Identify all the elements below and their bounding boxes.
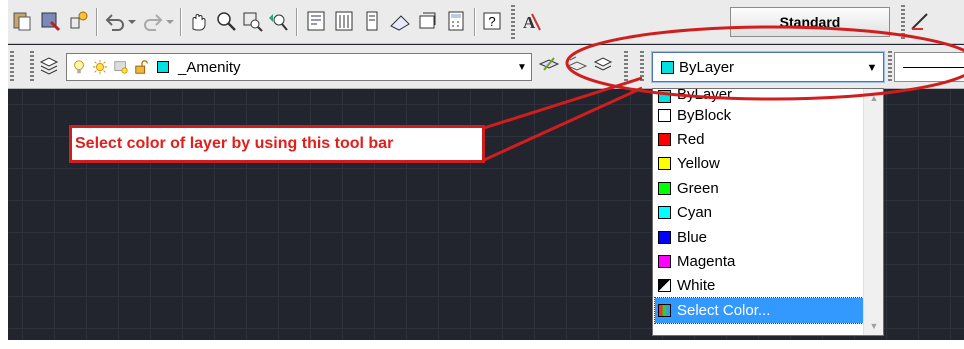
toolbar-grip[interactable] xyxy=(511,5,515,39)
color-option-label: ByBlock xyxy=(677,106,732,124)
color-option[interactable]: ByLayer xyxy=(655,89,865,103)
zoom-previous-icon[interactable] xyxy=(266,9,290,33)
color-option-swatch xyxy=(658,181,671,195)
pan-icon[interactable] xyxy=(186,9,210,33)
text-style-value: Standard xyxy=(779,14,841,30)
separator xyxy=(474,8,475,36)
layer-unlock-icon[interactable] xyxy=(133,58,151,76)
layer-dropdown-arrow-icon[interactable]: ▼ xyxy=(515,57,529,77)
color-option[interactable]: Yellow xyxy=(655,152,865,176)
toolbar-grip[interactable] xyxy=(30,51,34,83)
color-option-label: Select Color... xyxy=(677,301,771,319)
undo-dropdown-icon[interactable] xyxy=(126,9,138,33)
standard-toolbar: ? A Standard xyxy=(8,0,964,44)
color-option[interactable]: Green xyxy=(655,176,865,200)
redo-dropdown-icon[interactable] xyxy=(164,9,176,33)
layer-dropdown[interactable]: _Amenity ▼ xyxy=(66,53,532,81)
toolbar-grip[interactable] xyxy=(624,51,628,83)
separator xyxy=(96,8,97,36)
layer-previous-icon[interactable] xyxy=(566,54,590,78)
layer-properties-manager-icon[interactable] xyxy=(38,54,62,78)
linetype-preview xyxy=(903,67,964,68)
color-option-label: Red xyxy=(677,131,705,149)
layer-color-swatch xyxy=(154,58,172,76)
color-swatch xyxy=(661,60,674,74)
color-option-swatch xyxy=(658,90,671,103)
layer-thaw-sun-icon[interactable] xyxy=(91,58,109,76)
separator xyxy=(180,8,181,36)
color-option-label: Green xyxy=(677,179,719,197)
make-current-layer-icon[interactable] xyxy=(538,54,562,78)
color-option-label: Blue xyxy=(677,228,708,246)
sheet-set-icon[interactable] xyxy=(388,9,412,33)
current-layer-name: _Amenity xyxy=(178,58,241,76)
color-option-swatch xyxy=(658,230,671,244)
color-option-swatch xyxy=(658,303,671,317)
annotation-callout: Select color of layer by using this tool… xyxy=(69,125,485,163)
color-option-swatch xyxy=(658,133,671,147)
color-dropdown-arrow-icon[interactable]: ▼ xyxy=(865,58,879,78)
color-option-label: Yellow xyxy=(677,155,720,173)
help-icon[interactable]: ? xyxy=(480,9,504,33)
color-option-swatch xyxy=(658,206,671,220)
annotation-text: Select color of layer by using this tool… xyxy=(75,135,394,152)
autocad-window: ? A Standard _Amenity ▼ ByLayer ▼ ByLaye… xyxy=(8,0,964,340)
block-editor-icon[interactable] xyxy=(66,9,90,33)
layers-properties-toolbar: _Amenity ▼ ByLayer ▼ xyxy=(8,45,964,89)
calculator-icon[interactable] xyxy=(444,9,468,33)
color-option[interactable]: White xyxy=(655,274,865,298)
svg-text:A: A xyxy=(523,13,536,32)
text-style-dropdown[interactable]: Standard xyxy=(730,7,890,37)
color-option-swatch xyxy=(658,157,671,171)
markup-set-icon[interactable] xyxy=(416,9,440,33)
svg-text:?: ? xyxy=(488,14,495,29)
paste-icon[interactable] xyxy=(10,9,34,33)
color-option[interactable]: ByBlock xyxy=(655,103,865,127)
scroll-down-icon[interactable]: ▼ xyxy=(868,321,880,331)
scroll-up-icon[interactable]: ▲ xyxy=(868,93,880,103)
color-option-swatch xyxy=(658,108,671,122)
tool-palettes-icon[interactable] xyxy=(360,9,384,33)
color-option[interactable]: Cyan xyxy=(655,201,865,225)
redo-icon[interactable] xyxy=(141,9,165,33)
color-option-swatch xyxy=(658,255,671,269)
color-option[interactable]: Select Color... xyxy=(654,297,866,324)
color-option-label: Magenta xyxy=(677,253,736,271)
color-option-label: Cyan xyxy=(677,204,713,222)
color-option[interactable]: Red xyxy=(655,127,865,151)
color-options: ByLayer ByBlock Red Yellow Green Cyan Blue Mage… xyxy=(654,89,866,324)
linetype-control-dropdown[interactable] xyxy=(894,52,964,82)
color-option-label: White xyxy=(677,277,716,295)
zoom-realtime-icon[interactable] xyxy=(214,9,238,33)
toolbar-grip[interactable] xyxy=(888,51,892,83)
color-dropdown-list: ByLayer ByBlock Red Yellow Green Cyan Blue Mage… xyxy=(652,88,884,336)
text-style-icon[interactable]: A xyxy=(519,9,543,33)
color-control-value: ByLayer xyxy=(679,58,735,76)
color-option[interactable]: Blue xyxy=(655,225,865,249)
color-control-dropdown[interactable]: ByLayer ▼ xyxy=(651,51,885,83)
properties-icon[interactable] xyxy=(304,9,328,33)
toolbar-grip[interactable] xyxy=(640,51,644,83)
toolbar-grip[interactable] xyxy=(901,5,905,39)
color-option-label: ByLayer xyxy=(677,89,733,103)
color-option-swatch xyxy=(658,279,671,293)
color-option[interactable]: Magenta xyxy=(655,249,865,273)
match-properties-icon[interactable] xyxy=(38,9,62,33)
layer-on-bulb-icon[interactable] xyxy=(70,58,88,76)
design-center-icon[interactable] xyxy=(332,9,356,33)
layer-states-icon[interactable] xyxy=(592,54,616,78)
undo-icon[interactable] xyxy=(103,9,127,33)
separator xyxy=(296,8,297,36)
zoom-window-icon[interactable] xyxy=(240,9,264,33)
viewport-freeze-icon[interactable] xyxy=(112,58,130,76)
toolbar-grip[interactable] xyxy=(10,51,14,83)
dropdown-scrollbar[interactable]: ▲ ▼ xyxy=(863,89,883,335)
dimension-style-icon[interactable] xyxy=(908,9,932,33)
